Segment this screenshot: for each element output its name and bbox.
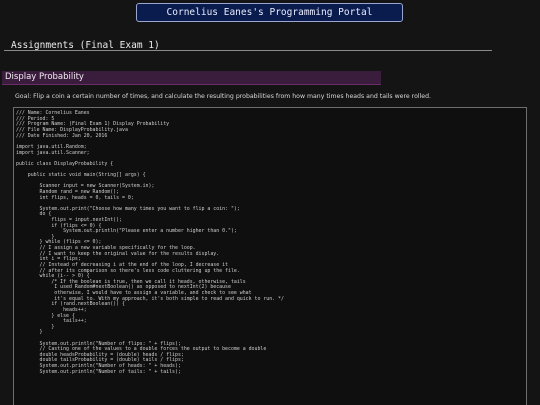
code-line: public class DisplayProbability { <box>16 160 114 167</box>
portal-header[interactable]: Cornelius Eanes's Programming Portal <box>136 3 403 22</box>
assignment-goal: Goal: Flip a coin a certain number of ti… <box>15 93 432 100</box>
code-line: import java.util.Scanner; <box>16 149 90 156</box>
code-line: public static void main(String[] args) { <box>16 172 146 179</box>
code-listing: /// Name: Cornelius Eanes/// Period: 5//… <box>13 107 527 405</box>
code-line: int flips, heads = 0, tails = 0; <box>16 194 134 201</box>
code-line: /// Date Finished: Jan 20, 2016 <box>16 132 108 139</box>
section-title-display-probability: Display Probability <box>2 71 381 85</box>
title-divider <box>4 50 492 51</box>
code-line: System.out.println("Number of tails: " +… <box>16 368 181 375</box>
code-line: } <box>16 329 43 336</box>
